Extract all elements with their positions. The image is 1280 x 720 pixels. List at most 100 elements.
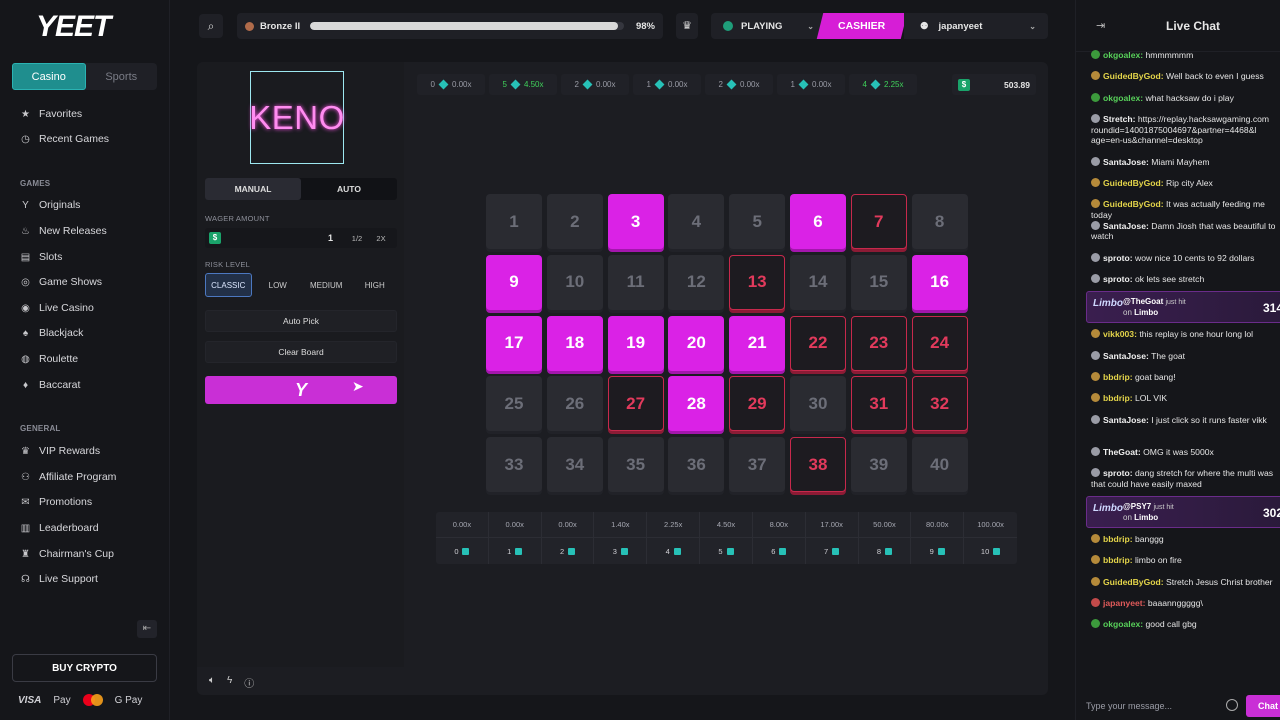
lightning-icon[interactable]: ϟ (227, 675, 232, 690)
user-menu[interactable]: ⚉ japanyeet ⌄ (904, 13, 1048, 39)
emoji-icon[interactable] (1226, 699, 1238, 711)
keno-tile[interactable]: 24 (911, 315, 968, 371)
half-wager-button[interactable]: 1/2 (345, 234, 369, 243)
playing-currency-selector[interactable]: PLAYING ⌄ (711, 13, 826, 39)
keno-tile[interactable]: 3 (607, 194, 664, 249)
info-icon[interactable]: ⓘ (244, 675, 254, 690)
place-bet-button[interactable]: Y (205, 376, 397, 404)
chat-username[interactable]: GuidedByGod: (1103, 178, 1164, 188)
keno-tile[interactable]: 4 (668, 194, 725, 249)
tab-auto[interactable]: AUTO (301, 178, 397, 200)
cashier-button[interactable]: CASHIER (816, 13, 908, 39)
sidebar-item-slots[interactable]: ▤ Slots (20, 251, 63, 263)
sound-icon[interactable]: 🔈︎ (209, 675, 215, 690)
sidebar-item-vip-rewards[interactable]: ♛ VIP Rewards (20, 445, 100, 457)
keno-tile[interactable]: 37 (729, 437, 786, 493)
chat-username[interactable]: SantaJose: (1103, 221, 1149, 231)
keno-tile[interactable]: 9 (486, 254, 542, 310)
sidebar-item-leaderboard[interactable]: ▥ Leaderboard (20, 522, 99, 534)
keno-tile[interactable]: 6 (789, 194, 846, 249)
big-win-card[interactable]: Limbo@PSY7 just hiton Limbo302 (1086, 496, 1280, 529)
sidebar-item-new-releases[interactable]: ♨ New Releases (20, 225, 107, 237)
sidebar-item-promotions[interactable]: ✉ Promotions (20, 496, 92, 508)
search-button[interactable]: ⌕ (199, 14, 223, 38)
sidebar-item-originals[interactable]: Y Originals (20, 199, 80, 211)
keno-tile[interactable]: 38 (789, 437, 846, 493)
keno-tile[interactable]: 19 (607, 315, 664, 371)
big-win-card[interactable]: Limbo@TheGoat just hiton Limbo314 (1086, 291, 1280, 324)
keno-tile[interactable]: 34 (546, 437, 603, 493)
chat-username[interactable]: Stretch: (1103, 114, 1135, 124)
risk-high-button[interactable]: HIGH (353, 273, 398, 297)
keno-tile[interactable]: 25 (486, 376, 542, 432)
keno-tile[interactable]: 39 (850, 437, 907, 493)
sidebar-item-roulette[interactable]: ◍ Roulette (20, 353, 78, 365)
chat-username[interactable]: okgoalex: (1103, 619, 1143, 629)
buy-crypto-button[interactable]: BUY CRYPTO (12, 654, 157, 682)
tab-manual[interactable]: MANUAL (205, 178, 301, 200)
chat-username[interactable]: GuidedByGod: (1103, 71, 1164, 81)
clear-board-button[interactable]: Clear Board (205, 341, 397, 363)
sidebar-item-live-support[interactable]: ☊ Live Support (20, 573, 98, 585)
keno-tile[interactable]: 27 (607, 376, 664, 432)
risk-low-button[interactable]: LOW (256, 273, 301, 297)
chat-username[interactable]: japanyeet: (1103, 598, 1146, 608)
chat-username[interactable]: bbdrip: (1103, 555, 1133, 565)
keno-tile[interactable]: 22 (789, 315, 846, 371)
keno-tile[interactable]: 35 (607, 437, 664, 493)
chat-username[interactable]: okgoalex: (1103, 93, 1143, 103)
chat-send-button[interactable]: Chat (1246, 695, 1280, 717)
keno-tile[interactable]: 32 (911, 376, 968, 432)
chat-username[interactable]: sproto: (1103, 274, 1133, 284)
sidebar-item-chairmans-cup[interactable]: ♜ Chairman's Cup (20, 548, 114, 560)
risk-medium-button[interactable]: MEDIUM (304, 273, 349, 297)
keno-tile[interactable]: 20 (668, 315, 725, 371)
keno-tile[interactable]: 36 (668, 437, 725, 493)
sidebar-item-favorites[interactable]: ★ Favorites (20, 108, 82, 120)
tab-casino[interactable]: Casino (12, 63, 86, 90)
keno-tile[interactable]: 15 (850, 254, 907, 310)
keno-tile[interactable]: 29 (729, 376, 786, 432)
keno-tile[interactable]: 26 (546, 376, 603, 432)
chat-username[interactable]: GuidedByGod: (1103, 199, 1164, 209)
sidebar-item-live-casino[interactable]: ◉ Live Casino (20, 302, 94, 314)
double-wager-button[interactable]: 2X (369, 234, 393, 243)
expand-chat-icon[interactable]: ⇥ (1096, 19, 1105, 32)
keno-tile[interactable]: 11 (607, 254, 664, 310)
chat-username[interactable]: bbdrip: (1103, 393, 1133, 403)
keno-tile[interactable]: 5 (729, 194, 786, 249)
chat-input[interactable]: Type your message... (1086, 694, 1231, 718)
keno-tile[interactable]: 17 (486, 315, 542, 371)
chat-username[interactable]: okgoalex: (1103, 50, 1143, 60)
keno-tile[interactable]: 23 (850, 315, 907, 371)
keno-tile[interactable]: 2 (546, 194, 603, 249)
keno-tile[interactable]: 31 (850, 376, 907, 432)
keno-tile[interactable]: 10 (546, 254, 603, 310)
sidebar-item-game-shows[interactable]: ◎ Game Shows (20, 276, 102, 288)
keno-tile[interactable]: 7 (850, 194, 907, 249)
chat-username[interactable]: bbdrip: (1103, 534, 1133, 544)
keno-tile[interactable]: 28 (668, 376, 725, 432)
chat-username[interactable]: SantaJose: (1103, 415, 1149, 425)
auto-pick-button[interactable]: Auto Pick (205, 310, 397, 332)
sidebar-item-blackjack[interactable]: ♠ Blackjack (20, 327, 84, 339)
yeet-logo[interactable]: YEET (36, 10, 111, 44)
chat-username[interactable]: TheGoat: (1103, 447, 1141, 457)
keno-tile[interactable]: 1 (486, 194, 542, 249)
vip-rank-progress[interactable]: Bronze II 98% (237, 13, 663, 39)
keno-tile[interactable]: 12 (668, 254, 725, 310)
chat-username[interactable]: sproto: (1103, 468, 1133, 478)
chat-username[interactable]: GuidedByGod: (1103, 577, 1164, 587)
keno-tile[interactable]: 13 (729, 254, 786, 310)
keno-tile[interactable]: 16 (911, 254, 968, 310)
tab-sports[interactable]: Sports (86, 63, 158, 90)
chat-username[interactable]: SantaJose: (1103, 351, 1149, 361)
sidebar-item-recent-games[interactable]: ◷ Recent Games (20, 133, 109, 145)
risk-classic-button[interactable]: CLASSIC (205, 273, 252, 297)
keno-tile[interactable]: 18 (546, 315, 603, 371)
chat-username[interactable]: sproto: (1103, 253, 1133, 263)
chat-username[interactable]: vikk003: (1103, 329, 1137, 339)
collapse-sidebar-button[interactable]: ⇤ (137, 620, 157, 638)
keno-tile[interactable]: 33 (486, 437, 542, 493)
keno-tile[interactable]: 40 (911, 437, 968, 493)
